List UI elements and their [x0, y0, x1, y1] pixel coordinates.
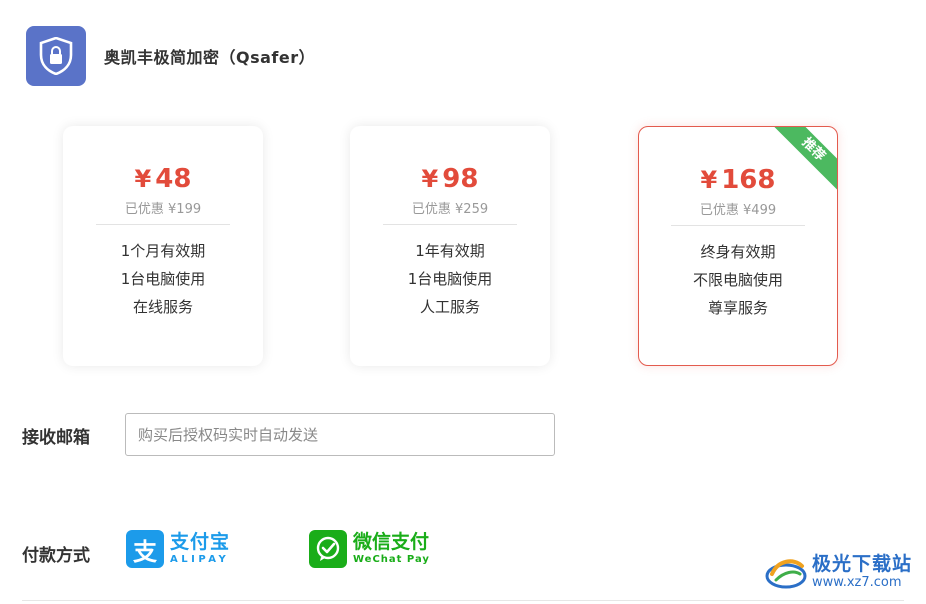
payment-label: 付款方式 — [22, 546, 90, 566]
app-header: 奥凯丰极简加密（Qsafer） — [26, 26, 315, 86]
email-label: 接收邮箱 — [22, 428, 90, 448]
wechat-pay-option[interactable]: 微信支付 WeChat Pay — [309, 530, 430, 568]
plan-feature: 1年有效期 — [415, 242, 485, 260]
plan-list: ¥48 已优惠 ¥199 1个月有效期 1台电脑使用 在线服务 ¥98 已优惠 … — [63, 126, 838, 366]
divider — [96, 224, 230, 225]
plan-feature: 1个月有效期 — [120, 242, 206, 260]
wechat-pay-icon — [309, 530, 347, 568]
plan-price: ¥168 — [700, 165, 776, 195]
plan-price: ¥98 — [421, 164, 479, 194]
wechat-pay-en: WeChat Pay — [353, 554, 430, 565]
alipay-icon: 支 — [126, 530, 164, 568]
plan-feature: 终身有效期 — [700, 243, 776, 261]
plan-feature: 尊享服务 — [707, 299, 768, 317]
plan-discount: 已优惠 ¥259 — [411, 202, 489, 217]
watermark-url: www.xz7.com — [812, 575, 902, 590]
shield-lock-icon — [26, 26, 86, 86]
plan-discount: 已优惠 ¥199 — [124, 202, 202, 217]
plan-price: ¥48 — [134, 164, 192, 194]
plan-feature: 不限电脑使用 — [692, 271, 783, 289]
divider — [383, 224, 517, 225]
plan-feature: 在线服务 — [132, 298, 193, 316]
alipay-option[interactable]: 支 支付宝 ALIPAY — [126, 530, 230, 568]
plan-card-lifetime[interactable]: 推荐 ¥168 已优惠 ¥499 终身有效期 不限电脑使用 尊享服务 — [638, 126, 838, 366]
alipay-name: 支付宝 — [170, 531, 231, 553]
plan-feature: 1台电脑使用 — [120, 270, 206, 288]
plan-feature: 人工服务 — [419, 298, 480, 316]
plan-feature: 1台电脑使用 — [407, 270, 493, 288]
plan-card-1-year[interactable]: ¥98 已优惠 ¥259 1年有效期 1台电脑使用 人工服务 — [350, 126, 550, 366]
plan-discount: 已优惠 ¥499 — [699, 203, 777, 218]
app-title: 奥凯丰极简加密（Qsafer） — [104, 48, 316, 67]
watermark: 极光下载站 www.xz7.com — [764, 552, 912, 592]
bottom-divider — [22, 600, 904, 601]
divider — [671, 225, 805, 226]
wechat-pay-name: 微信支付 — [353, 531, 430, 553]
aurora-logo-icon — [765, 559, 807, 589]
plan-card-1-month[interactable]: ¥48 已优惠 ¥199 1个月有效期 1台电脑使用 在线服务 — [63, 126, 263, 366]
email-input[interactable] — [125, 413, 555, 456]
watermark-name: 极光下载站 — [812, 553, 913, 575]
alipay-en: ALIPAY — [170, 554, 230, 565]
